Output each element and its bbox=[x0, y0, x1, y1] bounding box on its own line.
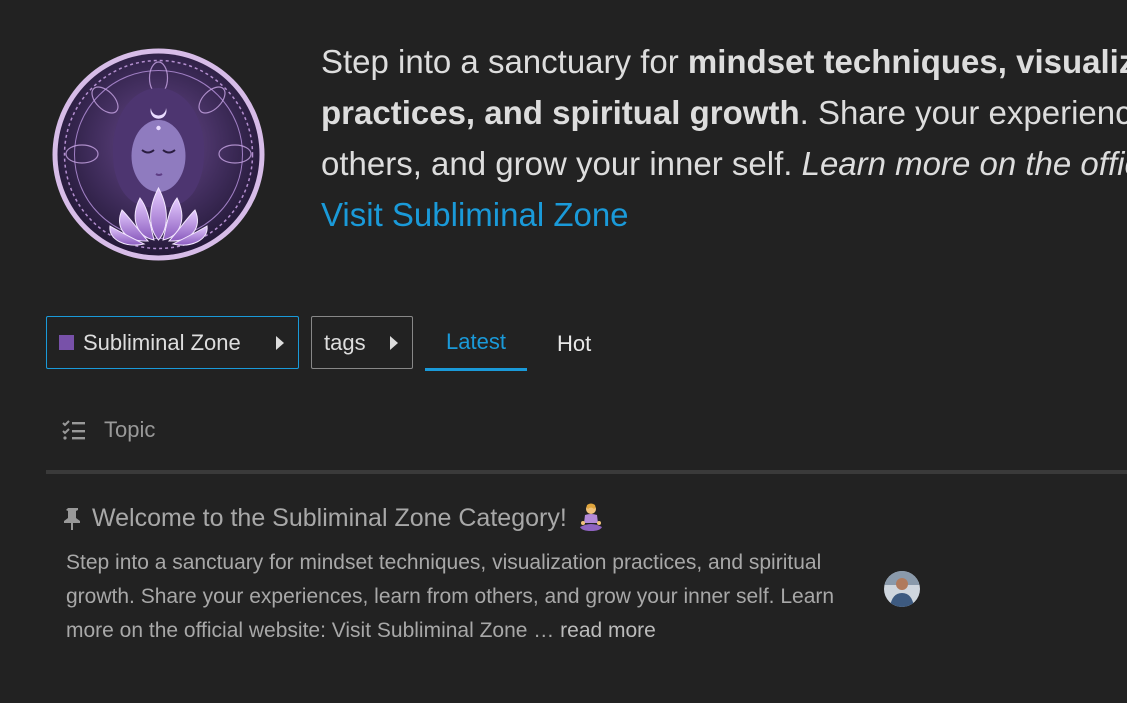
topic-list-header[interactable]: Topic bbox=[62, 414, 155, 446]
pin-icon[interactable] bbox=[62, 506, 84, 530]
description-line-4: Visit Subliminal Zone bbox=[321, 189, 1127, 240]
description-italic-text: Learn more on the official website: bbox=[801, 145, 1127, 182]
description-line-2: practices, and spiritual growth. Share y… bbox=[321, 87, 1127, 138]
tab-latest[interactable]: Latest bbox=[425, 316, 527, 371]
topic-title-link[interactable]: Welcome to the Subliminal Zone Category! bbox=[92, 504, 567, 533]
tags-breadcrumb-dropdown[interactable]: tags bbox=[311, 316, 413, 369]
topic-excerpt: Step into a sanctuary for mindset techni… bbox=[66, 546, 836, 648]
description-line-1: Step into a sanctuary for mindset techni… bbox=[321, 36, 1127, 87]
visit-subliminal-zone-link[interactable]: Visit Subliminal Zone bbox=[321, 196, 629, 233]
category-color-badge bbox=[59, 335, 74, 350]
tags-breadcrumb-label: tags bbox=[324, 329, 366, 355]
category-description: Step into a sanctuary for mindset techni… bbox=[321, 36, 1127, 240]
description-line-3: others, and grow your inner self. Learn … bbox=[321, 138, 1127, 189]
user-avatar[interactable] bbox=[884, 571, 920, 607]
category-logo bbox=[52, 48, 265, 261]
read-more-link[interactable]: read more bbox=[560, 619, 656, 642]
description-text: others, and grow your inner self. bbox=[321, 145, 802, 182]
category-breadcrumb-label: Subliminal Zone bbox=[83, 329, 241, 355]
topic-list-item: Welcome to the Subliminal Zone Category!… bbox=[62, 500, 1127, 648]
caret-right-icon bbox=[390, 335, 398, 350]
description-bold-text: practices, and spiritual growth bbox=[321, 94, 800, 131]
person-in-lotus-position-emoji bbox=[577, 503, 605, 533]
caret-right-icon bbox=[276, 335, 284, 350]
topic-title-row: Welcome to the Subliminal Zone Category! bbox=[62, 500, 1127, 536]
category-breadcrumb-dropdown[interactable]: Subliminal Zone bbox=[46, 316, 299, 369]
topic-column-label: Topic bbox=[104, 417, 156, 442]
description-bold-text: mindset techniques, visualization bbox=[687, 43, 1127, 80]
checklist-icon bbox=[62, 420, 85, 440]
description-text: Step into a sanctuary for bbox=[321, 43, 688, 80]
topic-excerpt-text: Step into a sanctuary for mindset techni… bbox=[66, 551, 835, 642]
list-divider bbox=[46, 470, 1127, 474]
tab-hot[interactable]: Hot bbox=[557, 316, 591, 371]
description-text: . Share your experiences, learn from bbox=[799, 94, 1127, 131]
